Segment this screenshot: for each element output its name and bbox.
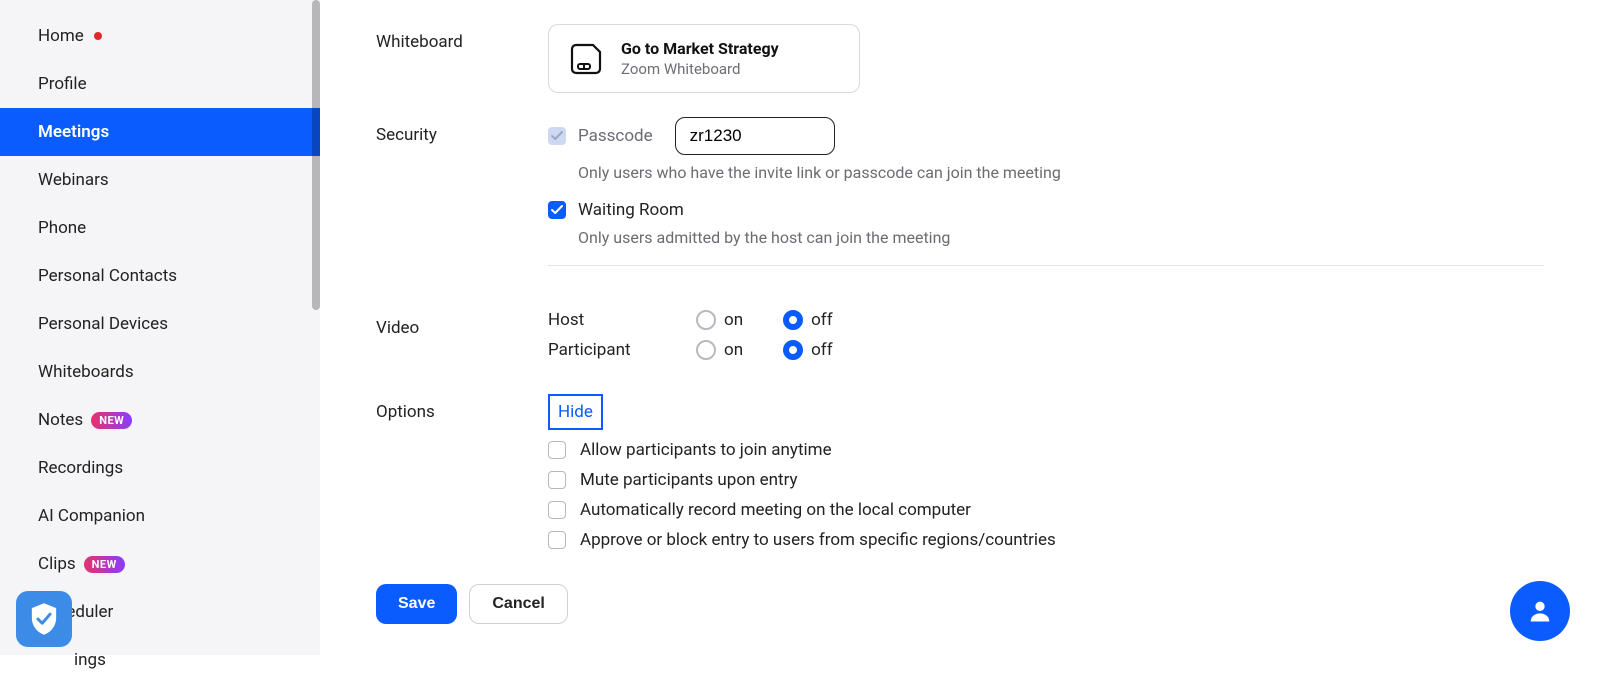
check-icon	[551, 205, 563, 215]
option-checkbox[interactable]	[548, 501, 566, 519]
sidebar-item-meetings[interactable]: Meetings	[0, 108, 320, 156]
sidebar-item-notes[interactable]: Notes NEW	[0, 396, 320, 444]
option-label: Approve or block entry to users from spe…	[580, 530, 1056, 550]
options-hide-button[interactable]: Hide	[548, 394, 603, 430]
whiteboard-card[interactable]: Go to Market Strategy Zoom Whiteboard	[548, 24, 860, 93]
sidebar-label: Whiteboards	[38, 362, 134, 382]
footer-buttons: Save Cancel	[376, 584, 1544, 624]
video-row: Video Host on off Participant	[376, 310, 1544, 370]
option-regions-block: Approve or block entry to users from spe…	[548, 530, 1544, 550]
notification-dot-icon	[94, 32, 102, 40]
sidebar-label: Clips	[38, 554, 76, 574]
sidebar-item-recordings[interactable]: Recordings	[0, 444, 320, 492]
radio-off-label: off	[811, 340, 833, 360]
radio-on-label: on	[724, 340, 743, 360]
radio-off-label: off	[811, 310, 833, 330]
sidebar-item-ai-companion[interactable]: AI Companion	[0, 492, 320, 540]
waiting-room-checkbox-row: Waiting Room	[548, 200, 1544, 220]
check-icon	[551, 131, 563, 141]
help-fab[interactable]	[1510, 581, 1570, 641]
passcode-checkbox[interactable]	[548, 127, 566, 145]
video-host-row: Host on off	[548, 310, 1544, 330]
sidebar-label: ings	[74, 650, 106, 670]
option-label: Mute participants upon entry	[580, 470, 798, 490]
sidebar-label: Profile	[38, 74, 87, 94]
option-label: Allow participants to join anytime	[580, 440, 832, 460]
sidebar-scrollbar[interactable]	[312, 0, 320, 310]
option-checkbox[interactable]	[548, 471, 566, 489]
option-checkbox[interactable]	[548, 531, 566, 549]
option-allow-join-anytime: Allow participants to join anytime	[548, 440, 1544, 460]
video-participant-on-radio[interactable]	[696, 340, 716, 360]
waiting-room-help-text: Only users admitted by the host can join…	[578, 228, 1544, 247]
video-host-label: Host	[548, 310, 656, 330]
option-mute-on-entry: Mute participants upon entry	[548, 470, 1544, 490]
sidebar-label: AI Companion	[38, 506, 145, 526]
sidebar-item-profile[interactable]: Profile	[0, 60, 320, 108]
sidebar-item-whiteboards[interactable]: Whiteboards	[0, 348, 320, 396]
video-host-on-radio[interactable]	[696, 310, 716, 330]
new-badge: NEW	[91, 412, 132, 429]
whiteboard-title: Go to Market Strategy	[621, 39, 779, 58]
sidebar-label: Personal Contacts	[38, 266, 177, 286]
waiting-room-checkbox[interactable]	[548, 201, 566, 219]
video-host-off-radio[interactable]	[783, 310, 803, 330]
security-row: Security Passcode Only users who have th…	[376, 117, 1544, 296]
sidebar-item-clips[interactable]: Clips NEW	[0, 540, 320, 588]
whiteboard-subtitle: Zoom Whiteboard	[621, 60, 779, 78]
save-button[interactable]: Save	[376, 584, 457, 624]
radio-on-label: on	[724, 310, 743, 330]
video-label: Video	[376, 310, 548, 338]
person-icon	[1526, 597, 1554, 625]
video-participant-row: Participant on off	[548, 340, 1544, 360]
shield-icon	[29, 602, 59, 636]
whiteboard-row: Whiteboard Go to Market Strategy Zoom Wh…	[376, 24, 1544, 93]
passcode-label: Passcode	[578, 126, 653, 146]
whiteboard-label: Whiteboard	[376, 24, 548, 52]
sidebar-item-webinars[interactable]: Webinars	[0, 156, 320, 204]
new-badge: NEW	[84, 556, 125, 573]
options-label: Options	[376, 394, 548, 422]
sidebar: Home Profile Meetings Webinars Phone Per…	[0, 0, 320, 655]
whiteboard-icon	[569, 42, 603, 76]
sidebar-item-phone[interactable]: Phone	[0, 204, 320, 252]
passcode-checkbox-row: Passcode	[548, 117, 1544, 155]
video-participant-off-radio[interactable]	[783, 340, 803, 360]
security-label: Security	[376, 117, 548, 145]
sidebar-item-personal-devices[interactable]: Personal Devices	[0, 300, 320, 348]
sidebar-label: Phone	[38, 218, 86, 238]
video-participant-label: Participant	[548, 340, 656, 360]
option-label: Automatically record meeting on the loca…	[580, 500, 971, 520]
passcode-input[interactable]	[675, 117, 835, 155]
sidebar-label: Webinars	[38, 170, 109, 190]
option-checkbox[interactable]	[548, 441, 566, 459]
options-row: Options Hide Allow participants to join …	[376, 394, 1544, 560]
sidebar-label: Meetings	[38, 122, 109, 142]
section-divider	[548, 265, 1544, 266]
sidebar-label: Personal Devices	[38, 314, 168, 334]
sidebar-label: Home	[38, 26, 84, 46]
sidebar-label: Notes	[38, 410, 83, 430]
main-content: Whiteboard Go to Market Strategy Zoom Wh…	[320, 0, 1600, 655]
sidebar-label: Recordings	[38, 458, 123, 478]
security-shield-button[interactable]	[16, 591, 72, 647]
cancel-button[interactable]: Cancel	[469, 584, 567, 624]
sidebar-item-home[interactable]: Home	[0, 12, 320, 60]
option-auto-record: Automatically record meeting on the loca…	[548, 500, 1544, 520]
sidebar-item-personal-contacts[interactable]: Personal Contacts	[0, 252, 320, 300]
passcode-help-text: Only users who have the invite link or p…	[578, 163, 1544, 182]
waiting-room-label: Waiting Room	[578, 200, 684, 220]
